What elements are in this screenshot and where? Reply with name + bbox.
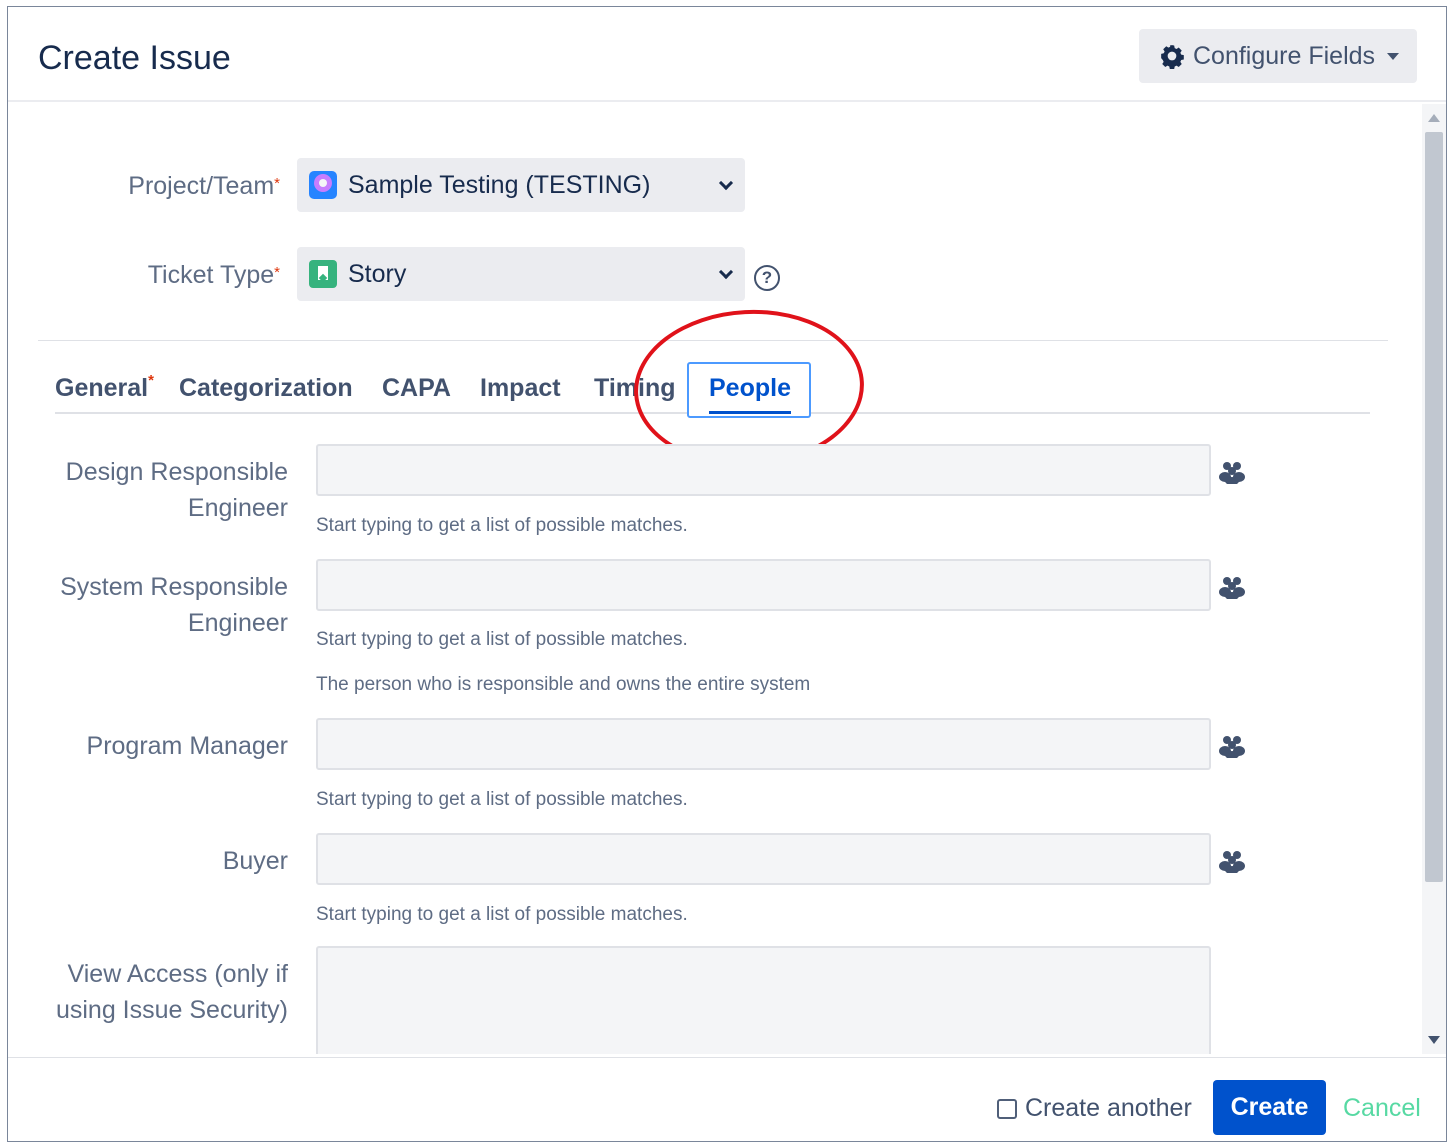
tab-general[interactable]: General*	[55, 372, 154, 403]
view-access-textarea[interactable]	[316, 946, 1211, 1054]
chevron-down-icon	[718, 264, 734, 280]
buyer-input[interactable]	[316, 833, 1211, 885]
story-icon	[309, 260, 337, 288]
cancel-link[interactable]: Cancel	[1343, 1094, 1421, 1123]
people-icon[interactable]	[1218, 575, 1246, 599]
gear-icon	[1161, 45, 1184, 69]
dialog-title: Create Issue	[38, 39, 231, 77]
system-engineer-hint: Start typing to get a list of possible m…	[316, 629, 688, 650]
design-engineer-input[interactable]	[316, 444, 1211, 496]
people-icon[interactable]	[1218, 460, 1246, 484]
ticket-type-select[interactable]: Story	[297, 247, 745, 301]
chevron-down-icon	[718, 175, 734, 191]
project-select[interactable]: Sample Testing (TESTING)	[297, 158, 745, 212]
configure-fields-label: Configure Fields	[1193, 41, 1376, 70]
tab-capa[interactable]: CAPA	[382, 374, 451, 403]
active-tab-indicator	[709, 411, 791, 414]
tab-people[interactable]: People	[687, 362, 811, 418]
tab-categorization[interactable]: Categorization	[179, 374, 353, 403]
create-button[interactable]: Create	[1213, 1080, 1326, 1135]
system-engineer-label: System Responsible Engineer	[60, 573, 288, 637]
dialog-body: Project/Team* Sample Testing (TESTING) T…	[8, 104, 1420, 1054]
system-engineer-input[interactable]	[316, 559, 1211, 611]
field-tabs: General* Categorization CAPA Impact Timi…	[55, 362, 1370, 418]
tab-timing[interactable]: Timing	[594, 374, 675, 403]
ticket-type-label: Ticket Type*	[147, 261, 280, 289]
buyer-label: Buyer	[222, 847, 288, 875]
scrollbar[interactable]	[1422, 104, 1446, 1054]
tab-impact[interactable]: Impact	[480, 374, 561, 403]
project-value: Sample Testing (TESTING)	[348, 170, 651, 199]
system-engineer-description: The person who is responsible and owns t…	[316, 674, 811, 695]
create-issue-dialog: Create Issue Configure Fields Project/Te…	[7, 6, 1447, 1142]
create-another-label: Create another	[1025, 1094, 1192, 1122]
design-engineer-hint: Start typing to get a list of possible m…	[316, 515, 688, 536]
section-divider	[38, 340, 1388, 341]
project-label: Project/Team*	[128, 172, 280, 200]
dialog-header: Create Issue Configure Fields	[8, 7, 1446, 102]
checkbox-box[interactable]	[997, 1098, 1017, 1119]
dialog-footer: Create another Create Cancel	[8, 1057, 1446, 1142]
scroll-up-icon[interactable]	[1428, 114, 1440, 122]
configure-fields-button[interactable]: Configure Fields	[1139, 29, 1417, 83]
buyer-hint: Start typing to get a list of possible m…	[316, 904, 688, 925]
create-another-checkbox[interactable]: Create another	[997, 1094, 1192, 1123]
design-engineer-label: Design Responsible Engineer	[65, 458, 288, 522]
people-icon[interactable]	[1218, 734, 1246, 758]
program-manager-input[interactable]	[316, 718, 1211, 770]
help-icon[interactable]: ?	[754, 265, 780, 291]
scroll-down-icon[interactable]	[1428, 1036, 1440, 1044]
ticket-type-value: Story	[348, 259, 407, 288]
project-avatar-icon	[309, 171, 337, 199]
program-manager-hint: Start typing to get a list of possible m…	[316, 789, 688, 810]
caret-down-icon	[1387, 52, 1400, 60]
view-access-label: View Access (only if using Issue Securit…	[55, 960, 288, 1024]
scrollbar-thumb[interactable]	[1425, 132, 1443, 882]
people-icon[interactable]	[1218, 849, 1246, 873]
program-manager-label: Program Manager	[86, 732, 288, 760]
